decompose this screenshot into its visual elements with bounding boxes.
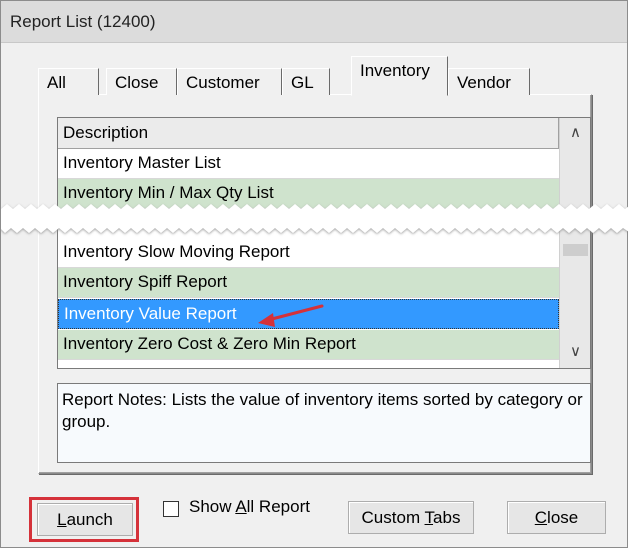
list-item[interactable]: Inventory Min / Max Qty List xyxy=(58,179,559,209)
window-title: Report List (12400) xyxy=(10,12,156,31)
list-item[interactable]: Inventory Slow Moving Report xyxy=(58,238,559,268)
list-item[interactable]: Inventory Zero Cost & Zero Min Report xyxy=(58,330,559,360)
report-notes: Report Notes: Lists the value of invento… xyxy=(57,383,591,463)
tab-vendor[interactable]: Vendor xyxy=(448,68,530,95)
report-list-window: Report List (12400) All Close Customer G… xyxy=(0,0,628,548)
scroll-thumb[interactable] xyxy=(563,244,588,256)
column-header-description[interactable]: Description xyxy=(58,118,559,149)
tab-customer[interactable]: Customer xyxy=(177,68,282,95)
tab-inventory[interactable]: Inventory xyxy=(351,56,448,96)
chevron-up-icon[interactable]: ∧ xyxy=(560,118,590,148)
show-all-report-checkbox[interactable] xyxy=(163,501,179,517)
tab-gl[interactable]: GL xyxy=(282,68,330,95)
launch-button[interactable]: Launch xyxy=(37,503,133,536)
custom-tabs-button[interactable]: Custom Tabs xyxy=(348,501,474,534)
arrow-icon xyxy=(258,304,324,327)
vertical-scrollbar[interactable]: ∧ ∨ xyxy=(559,118,590,368)
tab-close[interactable]: Close xyxy=(106,68,177,95)
close-button[interactable]: Close xyxy=(507,501,606,534)
list-item[interactable]: Inventory Spiff Report xyxy=(58,268,559,298)
title-bar: Report List (12400) xyxy=(1,1,627,43)
chevron-down-icon[interactable]: ∨ xyxy=(560,337,590,367)
tab-all[interactable]: All xyxy=(38,68,99,95)
report-list[interactable]: Description Inventory Master List Invent… xyxy=(57,117,591,369)
show-all-report-label[interactable]: Show All Report xyxy=(189,497,310,517)
list-item[interactable]: Inventory Master List xyxy=(58,149,559,179)
